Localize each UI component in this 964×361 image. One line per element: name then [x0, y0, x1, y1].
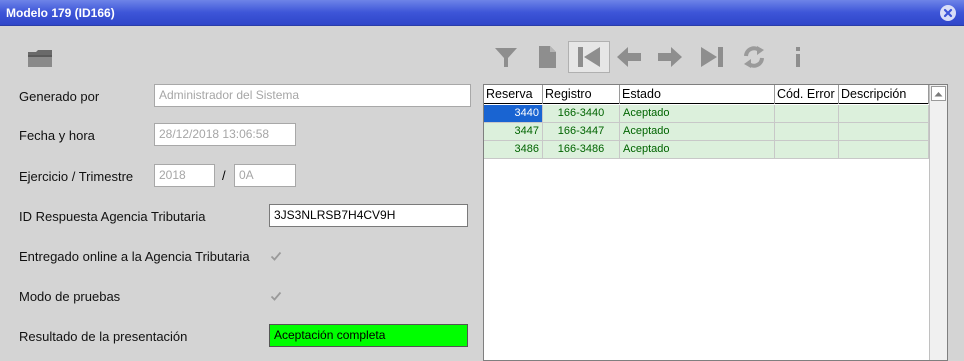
last-record-icon — [701, 47, 723, 67]
first-record-icon — [578, 47, 600, 67]
cell-reserva[interactable]: 3447 — [484, 123, 543, 141]
dialog-content: Generado por Administrador del Sistema F… — [0, 27, 964, 361]
cell-reserva[interactable]: 3440 — [484, 105, 543, 123]
resultado-field: Aceptación completa — [269, 324, 468, 347]
next-icon — [658, 47, 682, 67]
refresh-icon — [744, 46, 764, 68]
column-header-registro[interactable]: Registro — [543, 85, 620, 104]
resultado-label: Resultado de la presentación — [19, 329, 188, 344]
close-button[interactable] — [940, 5, 956, 21]
entregado-online-checkbox[interactable] — [269, 249, 283, 263]
info-button[interactable] — [783, 41, 813, 73]
cell-descripcion[interactable] — [839, 105, 929, 123]
grid-header: Reserva Registro Estado Cód. Error Descr… — [484, 85, 929, 104]
last-record-button[interactable] — [697, 41, 727, 73]
close-icon — [943, 8, 953, 18]
ejercicio-trimestre-label: Ejercicio / Trimestre — [19, 169, 134, 184]
trimestre-field[interactable]: 0A — [234, 164, 296, 187]
id-respuesta-field[interactable]: 3JS3NLRSB7H4CV9H — [269, 204, 468, 227]
info-icon — [796, 47, 800, 67]
entregado-online-label: Entregado online a la Agencia Tributaria — [19, 249, 250, 264]
cell-registro[interactable]: 166-3440 — [543, 105, 620, 123]
modo-pruebas-checkbox[interactable] — [269, 289, 283, 303]
cell-cod-error[interactable] — [775, 105, 839, 123]
table-row[interactable]: 3440 166-3440 Aceptado — [484, 105, 929, 123]
next-button[interactable] — [655, 41, 685, 73]
cell-reserva[interactable]: 3486 — [484, 141, 543, 159]
document-icon — [539, 46, 556, 68]
modo-pruebas-label: Modo de pruebas — [19, 289, 121, 304]
folder-icon[interactable] — [27, 47, 53, 69]
column-header-reserva[interactable]: Reserva — [484, 85, 543, 104]
document-button[interactable] — [532, 41, 562, 73]
results-grid[interactable]: Reserva Registro Estado Cód. Error Descr… — [483, 84, 948, 361]
cell-estado[interactable]: Aceptado — [620, 141, 775, 159]
cell-cod-error[interactable] — [775, 123, 839, 141]
cell-estado[interactable]: Aceptado — [620, 105, 775, 123]
id-respuesta-label: ID Respuesta Agencia Tributaria — [19, 209, 206, 224]
cell-registro[interactable]: 166-3447 — [543, 123, 620, 141]
generado-por-label: Generado por — [19, 89, 100, 104]
cell-registro[interactable]: 166-3486 — [543, 141, 620, 159]
ejercicio-separator: / — [222, 168, 226, 183]
previous-icon — [617, 47, 641, 67]
window-title-bar: Modelo 179 (ID166) — [0, 0, 964, 26]
fecha-hora-field[interactable]: 28/12/2018 13:06:58 — [154, 123, 296, 146]
scroll-up-button[interactable] — [931, 86, 946, 101]
column-header-estado[interactable]: Estado — [620, 85, 775, 104]
cell-cod-error[interactable] — [775, 141, 839, 159]
window-title: Modelo 179 (ID166) — [6, 6, 115, 20]
table-row[interactable]: 3447 166-3447 Aceptado — [484, 123, 929, 141]
filter-icon — [495, 48, 517, 67]
generado-por-field[interactable]: Administrador del Sistema — [154, 84, 471, 107]
column-header-descripcion[interactable]: Descripción — [839, 85, 929, 104]
fecha-hora-label: Fecha y hora — [19, 128, 95, 143]
cell-descripcion[interactable] — [839, 123, 929, 141]
cell-estado[interactable]: Aceptado — [620, 123, 775, 141]
chevron-up-icon — [934, 91, 943, 96]
ejercicio-field[interactable]: 2018 — [154, 164, 215, 187]
first-record-button[interactable] — [568, 41, 610, 73]
refresh-button[interactable] — [739, 41, 769, 73]
column-header-cod-error[interactable]: Cód. Error — [775, 85, 839, 104]
grid-vertical-scrollbar[interactable] — [929, 85, 947, 360]
table-row[interactable]: 3486 166-3486 Aceptado — [484, 141, 929, 159]
filter-button[interactable] — [491, 41, 521, 73]
previous-button[interactable] — [614, 41, 644, 73]
cell-descripcion[interactable] — [839, 141, 929, 159]
